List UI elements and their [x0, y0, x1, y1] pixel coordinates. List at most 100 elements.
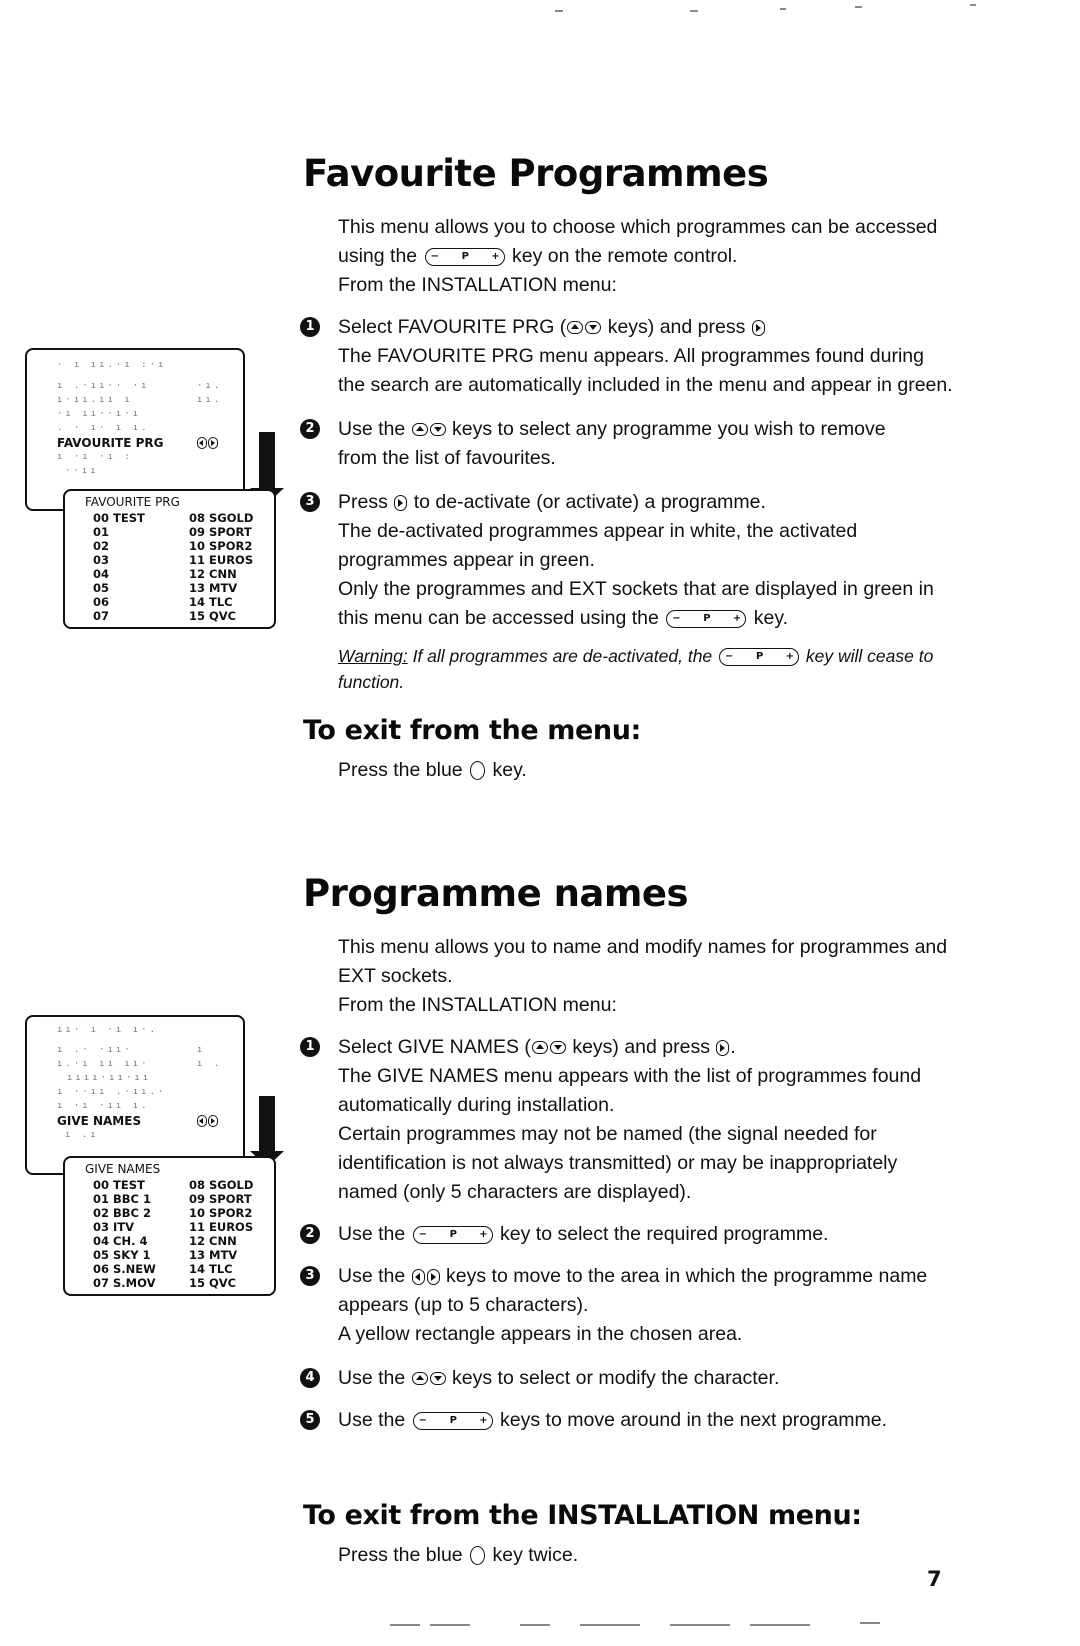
transition-arrow-bar: [259, 432, 275, 490]
right-key-icon: [394, 494, 408, 511]
minus-glyph: −: [430, 250, 439, 262]
programme-row: 06: [93, 595, 110, 609]
programme-row: 01: [93, 525, 110, 539]
blurred-menu-text: · ı ıı.·ı :·ı: [57, 360, 167, 370]
blurred-menu-text: ı .·ıı·· ·ı: [57, 381, 150, 391]
step-line: Use the keys to move to the area in whic…: [338, 1262, 1000, 1291]
minus-glyph: −: [725, 651, 734, 663]
step-text: .: [730, 1036, 736, 1058]
step-number-icon: 2: [300, 1224, 320, 1244]
blue-key-icon: [470, 761, 486, 781]
p-minus-plus-key-icon: − P +: [719, 648, 800, 667]
programme-row: 05: [93, 581, 110, 595]
step-text: Select GIVE NAMES (: [338, 1036, 531, 1058]
programme-row: 01 BBC 1: [93, 1192, 151, 1206]
left-key-icon: [197, 437, 207, 449]
section1-intro: This menu allows you to choose which pro…: [338, 213, 1018, 300]
selected-menu-item: GIVE NAMES: [57, 1114, 142, 1128]
step-line: A yellow rectangle appears in the chosen…: [338, 1323, 743, 1345]
left-right-keys-icon: [197, 437, 219, 452]
blurred-menu-text: ı .· ·ıı·: [57, 1045, 133, 1055]
step-2: 2 Use the − P + key to select the required…: [300, 1220, 1000, 1249]
intro-line: This menu allows you to name and modify …: [338, 936, 948, 958]
blue-key-icon: [470, 1546, 486, 1566]
intro-line: From the INSTALLATION menu:: [338, 994, 617, 1016]
blurred-menu-text: ı .ı: [65, 1130, 99, 1140]
selected-menu-item: FAVOURITE PRG: [57, 436, 164, 450]
scan-artifact: [690, 10, 698, 12]
step-line: Certain programmes may not be named (the…: [338, 1123, 877, 1145]
step-text: Use the: [338, 1223, 406, 1245]
programme-row: 15 QVC: [189, 1276, 237, 1290]
warning-note: Warning: If all programmes are de-activa…: [338, 643, 1018, 695]
step-line: Only the programmes and EXT sockets that…: [338, 578, 934, 600]
blurred-menu-text: ı ·ı ·ı :: [57, 452, 133, 462]
step-line: The de-activated programmes appear in wh…: [338, 520, 858, 542]
programme-row: 10 SPOR2: [189, 1206, 253, 1220]
step-text: keys to move around in the next programm…: [500, 1409, 887, 1431]
step-text: Press: [338, 491, 388, 513]
warning-text: key will cease to: [805, 646, 934, 666]
step-text: Select FAVOURITE PRG (: [338, 316, 567, 338]
step-1: 1 Select GIVE NAMES ( keys) and press . …: [300, 1033, 1000, 1207]
scan-artifact: [580, 1624, 640, 1626]
programme-row: 13 MTV: [189, 1248, 238, 1262]
minus-glyph: −: [418, 1228, 428, 1240]
step-line: identification is not always transmitted…: [338, 1152, 898, 1174]
step-text: key.: [753, 607, 789, 629]
programme-row: 11 EUROS: [189, 553, 254, 567]
scan-artifact: [780, 8, 786, 10]
exit-menu-instruction: Press the blue key.: [338, 756, 527, 785]
programme-row: 14 TLC: [189, 595, 233, 609]
exit-text: key.: [492, 759, 527, 781]
programme-row: 00 TEST: [93, 1178, 145, 1192]
intro-line: using the − P + key on the remote control.: [338, 242, 1018, 271]
programme-row: 11 EUROS: [189, 1220, 254, 1234]
plus-glyph: +: [785, 651, 795, 663]
intro-line: EXT sockets.: [338, 965, 453, 987]
step-number-icon: 3: [300, 1266, 320, 1286]
scan-artifact: [520, 1624, 550, 1626]
blurred-menu-text: ı·ıı.ıı ı: [57, 395, 133, 405]
step-line: Select GIVE NAMES ( keys) and press .: [338, 1033, 1000, 1062]
programme-row: 09 SPORT: [189, 1192, 252, 1206]
step-number-icon: 1: [300, 317, 320, 337]
programme-row: 13 MTV: [189, 581, 238, 595]
step-text: key to select the required programme.: [500, 1223, 829, 1245]
scan-artifact: [670, 1624, 730, 1626]
step-2: 2 Use the keys to select any programme y…: [300, 415, 1000, 473]
intro-line: This menu allows you to choose which pro…: [338, 216, 938, 238]
step-line: automatically during installation.: [338, 1094, 615, 1116]
step-text: Use the: [338, 1409, 406, 1431]
blurred-menu-text: ı: [197, 1045, 206, 1055]
p-glyph: P: [756, 651, 764, 663]
step-5: 5 Use the − P + keys to move around in the…: [300, 1406, 1000, 1435]
step-3: 3 Use the keys to move to the area in wh…: [300, 1262, 1000, 1349]
programme-row: 04: [93, 567, 110, 581]
programme-row: 05 SKY 1: [93, 1248, 151, 1262]
step-line: programmes appear in green.: [338, 549, 595, 571]
p-glyph: P: [703, 612, 711, 624]
blurred-menu-text: ·ı ıı··ı·ı: [57, 409, 142, 419]
programme-row: 12 CNN: [189, 1234, 237, 1248]
up-key-icon: [411, 423, 428, 437]
section2-intro: This menu allows you to name and modify …: [338, 933, 1038, 1020]
blurred-menu-text: ıı· ı ·ı ı·.: [57, 1025, 159, 1035]
programme-row: 08 SGOLD: [189, 511, 254, 525]
programme-row: 07 S.MOV: [93, 1276, 156, 1290]
section-title-favourite-programmes: Favourite Programmes: [303, 152, 769, 195]
step-text: to de-activate (or activate) a programme…: [413, 491, 766, 513]
step-line: Use the − P + key to select the required p…: [338, 1220, 1000, 1249]
exit-text: Press the blue: [338, 759, 463, 781]
step-text: this menu can be accessed using the: [338, 607, 659, 629]
plus-glyph: +: [732, 612, 742, 624]
right-key-icon: [716, 1039, 730, 1056]
exit-text: Press the blue: [338, 1544, 463, 1566]
step-text: keys to move to the area in which the pr…: [446, 1265, 928, 1287]
blurred-menu-text: ı .: [197, 1059, 223, 1069]
intro-line: From the INSTALLATION menu:: [338, 274, 617, 296]
minus-glyph: −: [672, 612, 681, 624]
step-text: Use the: [338, 418, 406, 440]
up-key-icon: [531, 1041, 548, 1055]
installation-menu-illustration: ıı· ı ·ı ı·. ı .· ·ıı· ı ı.·ı ıı ıı· ı .…: [25, 1015, 245, 1175]
